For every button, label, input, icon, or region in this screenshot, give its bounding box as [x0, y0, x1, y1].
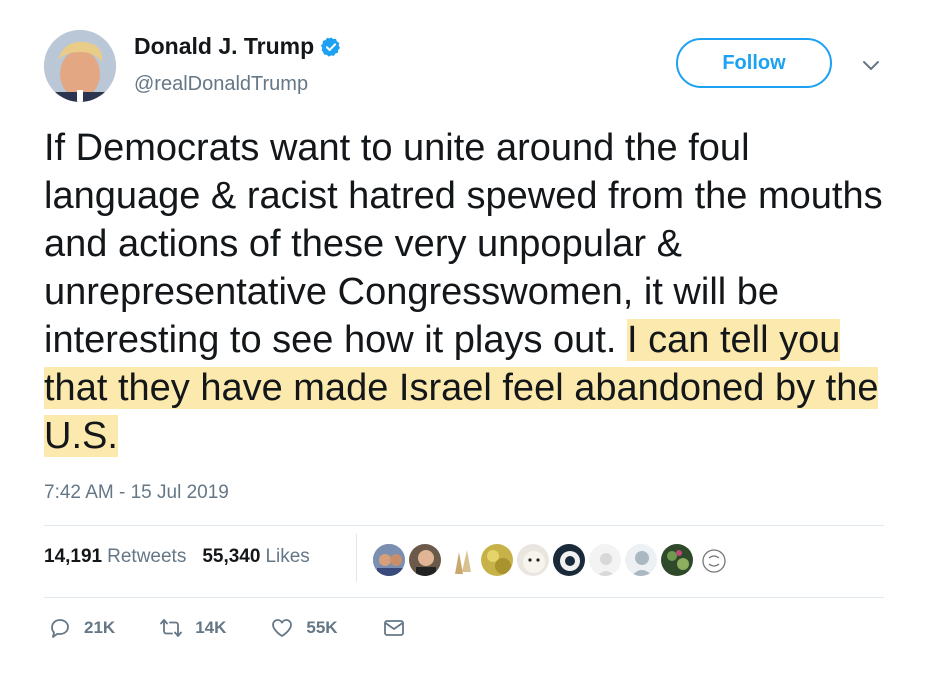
- retweet-button[interactable]: 14K: [159, 616, 226, 640]
- liker-avatar[interactable]: [408, 543, 442, 577]
- retweet-count: 14K: [195, 618, 227, 637]
- liker-avatar[interactable]: [552, 543, 586, 577]
- liker-avatars: [372, 543, 732, 577]
- retweets-label[interactable]: Retweets: [107, 546, 186, 568]
- likes-count[interactable]: 55,340: [202, 546, 260, 568]
- liker-avatar-image: [517, 544, 549, 576]
- liker-avatar-image: [409, 544, 441, 576]
- tweet-actions: 21K 14K 55K: [48, 616, 406, 640]
- liker-avatar[interactable]: [696, 543, 730, 577]
- liker-avatar[interactable]: [372, 543, 406, 577]
- reply-icon: [51, 619, 69, 638]
- liker-avatar-image: [589, 544, 621, 576]
- liker-avatar-image: [661, 544, 693, 576]
- author-name[interactable]: Donald J. Trump: [134, 33, 314, 60]
- liker-avatar[interactable]: [624, 543, 658, 577]
- avatar[interactable]: [44, 30, 116, 102]
- tweet-stats: 14,191 Retweets 55,340 Likes: [44, 546, 310, 568]
- liker-avatar[interactable]: [588, 543, 622, 577]
- liker-avatar[interactable]: [660, 543, 694, 577]
- tweet-text: If Democrats want to unite around the fo…: [44, 124, 884, 460]
- tweet-timestamp[interactable]: 7:42 AM - 15 Jul 2019: [44, 482, 229, 504]
- stats-separator: [356, 534, 357, 582]
- retweets-count[interactable]: 14,191: [44, 546, 102, 568]
- author-handle[interactable]: @realDonaldTrump: [134, 73, 308, 96]
- retweet-icon: [160, 619, 183, 637]
- author-row: Donald J. Trump: [134, 33, 342, 60]
- liker-avatar[interactable]: [516, 543, 550, 577]
- like-icon: [272, 619, 293, 637]
- verified-icon: [321, 36, 341, 57]
- direct-message-button[interactable]: [382, 616, 406, 640]
- liker-avatar-image: [553, 544, 585, 576]
- like-button[interactable]: 55K: [270, 616, 338, 640]
- message-icon: [383, 620, 404, 636]
- liker-avatar-image: [445, 544, 477, 576]
- liker-avatar-image: [481, 544, 513, 576]
- like-count: 55K: [306, 618, 338, 637]
- liker-avatar[interactable]: [444, 543, 478, 577]
- likes-label[interactable]: Likes: [265, 546, 309, 568]
- follow-button[interactable]: Follow: [676, 38, 832, 88]
- liker-avatar-image: [373, 544, 405, 576]
- reply-button[interactable]: 21K: [48, 616, 115, 640]
- liker-avatar-image: [625, 544, 657, 576]
- liker-avatar-image: [697, 544, 729, 576]
- chevron-down-icon[interactable]: [862, 58, 880, 72]
- avatar-image: [44, 30, 116, 102]
- divider-bottom: [44, 597, 884, 598]
- divider-top: [44, 525, 884, 526]
- reply-count: 21K: [84, 618, 116, 637]
- liker-avatar[interactable]: [480, 543, 514, 577]
